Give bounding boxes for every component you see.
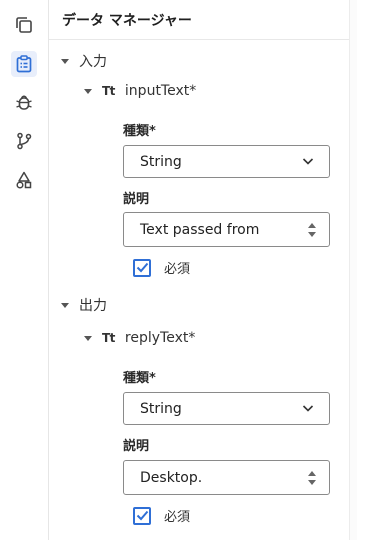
rail-source-control-button[interactable] bbox=[11, 128, 37, 154]
type-select[interactable]: String bbox=[123, 392, 330, 425]
type-select-value: String bbox=[140, 153, 182, 170]
text-type-icon: Tt bbox=[102, 331, 115, 345]
spinner-arrows-icon[interactable] bbox=[307, 220, 317, 240]
required-checkbox-row[interactable]: 必須 bbox=[133, 258, 190, 277]
copy-icon bbox=[16, 17, 32, 33]
variable-input-row[interactable]: Tt inputText* bbox=[84, 83, 196, 99]
rail-objects-button[interactable] bbox=[11, 167, 37, 193]
shapes-icon bbox=[16, 171, 32, 189]
variable-name: inputText* bbox=[124, 83, 197, 99]
type-select[interactable]: String bbox=[123, 145, 330, 178]
chevron-down-icon bbox=[302, 158, 314, 165]
caret-down-icon bbox=[84, 88, 92, 94]
panel-title: データ マネージャー bbox=[62, 13, 192, 29]
required-checkbox[interactable] bbox=[133, 258, 151, 277]
chevron-down-icon bbox=[302, 405, 314, 412]
spinner-arrows-icon[interactable] bbox=[307, 468, 317, 488]
type-select-value: String bbox=[140, 400, 182, 417]
text-type-icon: Tt bbox=[102, 84, 115, 98]
required-label: 必須 bbox=[164, 510, 191, 525]
description-input[interactable]: Text passed from bbox=[123, 212, 330, 247]
description-label: 説明 bbox=[123, 192, 150, 207]
clipboard-list-icon bbox=[16, 55, 32, 73]
variable-name: replyText* bbox=[124, 330, 196, 346]
description-input[interactable]: Desktop. bbox=[123, 460, 330, 495]
required-checkbox[interactable] bbox=[133, 506, 151, 525]
caret-down-icon bbox=[61, 58, 69, 64]
variable-output-row[interactable]: Tt replyText* bbox=[84, 330, 195, 346]
rail-copy-button[interactable] bbox=[11, 12, 37, 38]
section-input-header[interactable]: 入力 bbox=[61, 51, 107, 71]
bug-icon bbox=[16, 95, 32, 110]
check-icon bbox=[136, 262, 148, 273]
rail-data-manager-button[interactable] bbox=[11, 51, 37, 77]
header-divider bbox=[49, 39, 349, 40]
activity-rail bbox=[0, 0, 49, 540]
branch-icon bbox=[17, 132, 32, 150]
description-value: Text passed from bbox=[140, 221, 260, 238]
required-checkbox-row[interactable]: 必須 bbox=[133, 506, 190, 525]
caret-down-icon bbox=[61, 302, 69, 308]
section-output-header[interactable]: 出力 bbox=[61, 295, 107, 315]
type-label: 種類* bbox=[123, 371, 156, 386]
section-output-label: 出力 bbox=[79, 298, 107, 314]
description-label: 説明 bbox=[123, 439, 150, 454]
caret-down-icon bbox=[84, 335, 92, 341]
rail-debug-button[interactable] bbox=[11, 89, 37, 115]
right-edge-strip bbox=[357, 0, 381, 540]
type-label: 種類* bbox=[123, 124, 156, 139]
required-label: 必須 bbox=[164, 262, 191, 277]
description-value: Desktop. bbox=[140, 469, 203, 486]
section-input-label: 入力 bbox=[79, 54, 107, 70]
check-icon bbox=[136, 510, 148, 521]
vertical-scrollbar[interactable] bbox=[349, 0, 357, 540]
data-manager-panel: データ マネージャー 入力 Tt inputText* 種類* String 説… bbox=[49, 0, 349, 540]
